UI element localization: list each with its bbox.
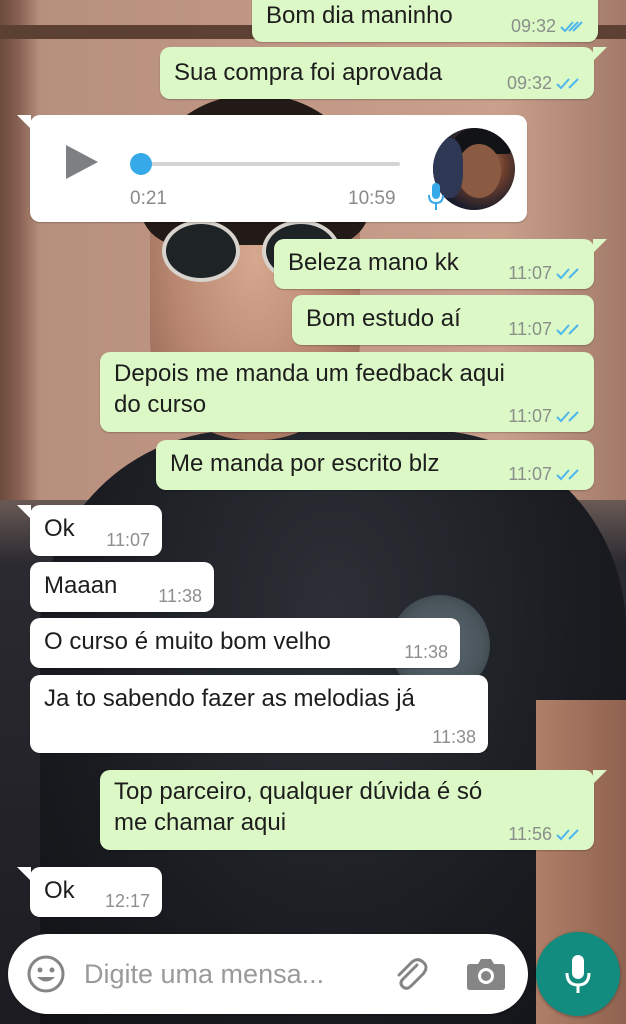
message-list[interactable]: Bom dia maninho 09:32 Sua compra foi apr… xyxy=(0,0,626,1024)
message-time: 09:32 xyxy=(510,16,556,36)
voice-record-button[interactable] xyxy=(536,932,620,1016)
message-bubble-outgoing[interactable]: Sua compra foi aprovada 09:32 xyxy=(160,47,607,99)
emoji-icon[interactable] xyxy=(26,954,66,994)
message-time: 10:59 xyxy=(348,188,396,209)
message-bubble-incoming[interactable]: O curso é muito bom velho 11:38 xyxy=(30,618,460,668)
read-ticks-icon xyxy=(556,411,579,423)
message-bubble-outgoing[interactable]: Bom estudo aí 11:07 xyxy=(292,295,594,345)
message-meta: 09:32 xyxy=(511,16,586,36)
paperclip-icon[interactable] xyxy=(388,952,432,996)
message-bubble-incoming[interactable]: Ok 11:07 xyxy=(17,505,162,556)
message-bubble-outgoing[interactable]: Top parceiro, qualquer dúvida é só me ch… xyxy=(100,770,607,850)
read-ticks-icon xyxy=(556,324,579,336)
message-input[interactable] xyxy=(84,956,374,992)
message-time: 11:07 xyxy=(508,263,552,283)
read-ticks-icon xyxy=(556,268,579,280)
message-time: 11:38 xyxy=(404,642,448,662)
audio-duration: 0:21 xyxy=(130,188,167,209)
message-meta: 11:07 xyxy=(508,319,582,339)
message-composer xyxy=(8,934,528,1014)
microphone-icon xyxy=(565,955,591,993)
play-icon[interactable] xyxy=(66,145,98,179)
message-text-line: Depois me manda um feedback aqui xyxy=(114,360,505,387)
message-bubble-outgoing[interactable]: Beleza mano kk 11:07 xyxy=(274,239,607,289)
message-time: 11:07 xyxy=(106,530,150,550)
message-bubble-outgoing[interactable]: Depois me manda um feedback aqui do curs… xyxy=(100,352,594,432)
message-text: Ja to sabendo fazer as melodias já xyxy=(44,685,415,712)
audio-seek-track[interactable] xyxy=(140,162,400,166)
message-bubble-incoming[interactable]: Ok 12:17 xyxy=(17,867,162,917)
message-meta: 11:38 xyxy=(404,642,448,662)
message-bubble-outgoing[interactable]: Me manda por escrito blz 11:07 xyxy=(156,440,594,490)
message-bubble-incoming[interactable]: Ja to sabendo fazer as melodias já 11:38 xyxy=(30,675,488,753)
message-text: O curso é muito bom velho xyxy=(44,628,331,655)
message-meta: 11:56 xyxy=(508,824,582,844)
audio-seek-knob[interactable] xyxy=(130,153,152,175)
message-time: 09:32 xyxy=(506,73,552,93)
message-text-line: Top parceiro, qualquer dúvida é só xyxy=(114,778,483,805)
message-time: 11:07 xyxy=(508,464,552,484)
camera-icon[interactable] xyxy=(464,954,508,994)
message-meta: 12:17 xyxy=(105,891,150,911)
sender-avatar[interactable] xyxy=(433,128,515,210)
message-time: 11:56 xyxy=(508,824,552,844)
message-time: 12:17 xyxy=(104,891,150,911)
read-ticks-icon xyxy=(556,78,579,90)
message-time: 11:38 xyxy=(432,727,476,747)
message-time: 11:07 xyxy=(508,319,552,339)
read-ticks-icon xyxy=(556,469,579,481)
message-time: 11:38 xyxy=(158,586,202,606)
message-bubble-incoming[interactable]: Maaan 11:38 xyxy=(30,562,214,612)
voice-message-bubble[interactable]: 0:21 10:59 xyxy=(17,115,527,222)
message-meta: 11:07 xyxy=(508,464,582,484)
message-meta: 09:32 xyxy=(507,73,582,93)
message-bubble-outgoing[interactable]: Bom dia maninho 09:32 xyxy=(252,0,598,42)
message-time: 11:07 xyxy=(508,406,552,426)
microphone-icon xyxy=(428,183,444,210)
message-meta: 11:38 xyxy=(158,586,202,606)
read-ticks-icon xyxy=(560,21,583,33)
message-meta: 11:07 xyxy=(508,263,582,283)
message-meta: 11:38 xyxy=(432,727,476,747)
message-meta: 11:07 xyxy=(508,406,582,426)
read-ticks-icon xyxy=(556,829,579,841)
message-meta: 11:07 xyxy=(106,530,150,550)
